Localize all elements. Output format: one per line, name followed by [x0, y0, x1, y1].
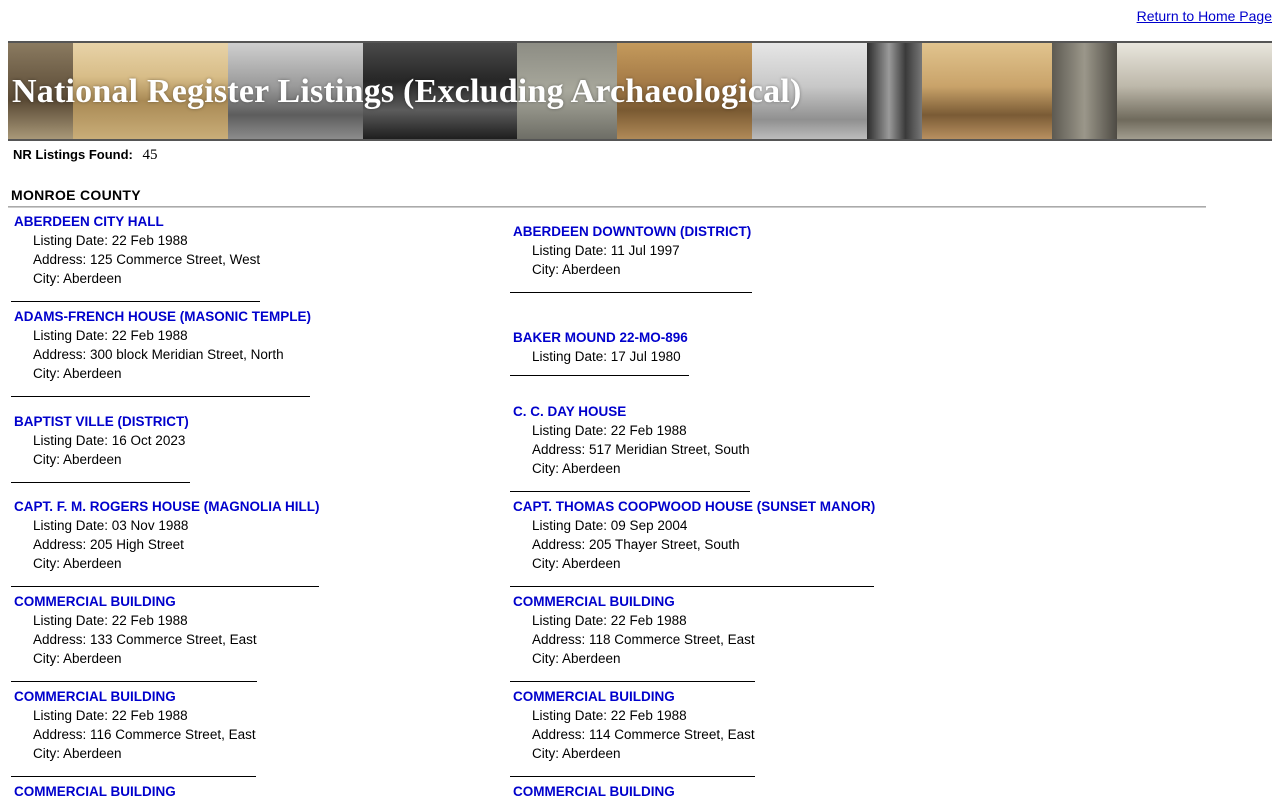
listing-entry: COMMERCIAL BUILDING Listing Date: 22 Feb… — [510, 592, 755, 682]
listing-city: City: Aberdeen — [33, 651, 122, 666]
listing-entry: ADAMS-FRENCH HOUSE (MASONIC TEMPLE) List… — [11, 307, 311, 397]
listing-entry: ABERDEEN CITY HALL Listing Date: 22 Feb … — [11, 212, 261, 302]
listing-divider — [510, 586, 874, 587]
return-home-link[interactable]: Return to Home Page — [1137, 8, 1272, 24]
listing-city: City: Aberdeen — [33, 746, 122, 761]
listing-entry: BAKER MOUND 22-MO-896 Listing Date: 17 J… — [510, 328, 689, 376]
listing-name-link[interactable]: ABERDEEN CITY HALL — [14, 212, 260, 231]
listing-name-link[interactable]: ADAMS-FRENCH HOUSE (MASONIC TEMPLE) — [14, 307, 311, 326]
listing-name-link[interactable]: CAPT. THOMAS COOPWOOD HOUSE (SUNSET MANO… — [513, 497, 875, 516]
banner-photo-portico — [1052, 43, 1118, 139]
banner-photo-ruins — [922, 43, 1053, 139]
listing-address: Address: 133 Commerce Street, East — [33, 632, 257, 647]
listing-divider — [510, 776, 755, 777]
listing-address: Address: 125 Commerce Street, West — [33, 252, 261, 267]
page-title: National Register Listings (Excluding Ar… — [12, 73, 802, 110]
listing-divider — [510, 292, 752, 293]
listing-divider — [11, 681, 257, 682]
listings-count: NR Listings Found: 45 — [13, 147, 158, 164]
listing-date: Listing Date: 11 Jul 1997 — [532, 243, 680, 258]
listings-count-value: 45 — [142, 147, 158, 163]
listing-name-link[interactable]: COMMERCIAL BUILDING — [513, 592, 755, 611]
listing-divider — [510, 491, 750, 492]
listing-date: Listing Date: 09 Sep 2004 — [532, 518, 688, 533]
listing-entry: CAPT. F. M. ROGERS HOUSE (MAGNOLIA HILL)… — [11, 497, 320, 587]
listing-date: Listing Date: 22 Feb 1988 — [33, 233, 188, 248]
listing-divider — [510, 681, 755, 682]
listing-entry: C. C. DAY HOUSE Listing Date: 22 Feb 198… — [510, 402, 750, 492]
listing-address: Address: 118 Commerce Street, East — [532, 632, 755, 647]
listings-count-label: NR Listings Found: — [13, 147, 133, 162]
listing-address: Address: 300 block Meridian Street, Nort… — [33, 347, 284, 362]
listing-divider — [11, 396, 310, 397]
listing-entry: CAPT. THOMAS COOPWOOD HOUSE (SUNSET MANO… — [510, 497, 875, 587]
listing-date: Listing Date: 22 Feb 1988 — [33, 328, 188, 343]
listing-entry: COMMERCIAL BUILDING Listing Date: 22 Feb… — [11, 687, 256, 777]
listing-divider — [11, 482, 190, 483]
listing-date: Listing Date: 22 Feb 1988 — [532, 423, 687, 438]
listing-name-link[interactable]: COMMERCIAL BUILDING — [14, 687, 256, 706]
listing-city: City: Aberdeen — [33, 556, 122, 571]
listing-date: Listing Date: 17 Jul 1980 — [532, 349, 681, 364]
listing-city: City: Aberdeen — [33, 452, 122, 467]
listing-name-link[interactable]: BAPTIST VILLE (DISTRICT) — [14, 412, 189, 431]
listing-divider — [11, 776, 256, 777]
listing-name-link[interactable]: C. C. DAY HOUSE — [513, 402, 750, 421]
listing-name-link[interactable]: BAKER MOUND 22-MO-896 — [513, 328, 688, 347]
listing-city: City: Aberdeen — [532, 746, 621, 761]
listing-divider — [11, 301, 260, 302]
listing-entry: COMMERCIAL BUILDING — [510, 782, 675, 801]
listing-name-link[interactable]: CAPT. F. M. ROGERS HOUSE (MAGNOLIA HILL) — [14, 497, 320, 516]
listing-name-link[interactable]: COMMERCIAL BUILDING — [513, 782, 675, 801]
listing-divider — [11, 586, 319, 587]
listing-name-link[interactable]: COMMERCIAL BUILDING — [14, 782, 176, 801]
listing-date: Listing Date: 22 Feb 1988 — [33, 708, 188, 723]
listing-name-link[interactable]: COMMERCIAL BUILDING — [14, 592, 257, 611]
banner-photo-courthouse-end — [1117, 43, 1272, 139]
listing-divider — [510, 375, 689, 376]
listing-date: Listing Date: 16 Oct 2023 — [33, 433, 186, 448]
listing-entry: COMMERCIAL BUILDING — [11, 782, 176, 801]
listing-entry: BAPTIST VILLE (DISTRICT) Listing Date: 1… — [11, 412, 190, 483]
listing-name-link[interactable]: COMMERCIAL BUILDING — [513, 687, 755, 706]
listing-date: Listing Date: 22 Feb 1988 — [33, 613, 188, 628]
listing-city: City: Aberdeen — [33, 366, 122, 381]
county-heading: MONROE COUNTY — [11, 187, 141, 203]
listing-name-link[interactable]: ABERDEEN DOWNTOWN (DISTRICT) — [513, 222, 751, 241]
listing-entry: ABERDEEN DOWNTOWN (DISTRICT) Listing Dat… — [510, 222, 752, 293]
listing-city: City: Aberdeen — [532, 461, 621, 476]
listing-city: City: Aberdeen — [33, 271, 122, 286]
listing-date: Listing Date: 22 Feb 1988 — [532, 613, 687, 628]
header-banner: National Register Listings (Excluding Ar… — [8, 41, 1272, 141]
listing-address: Address: 205 High Street — [33, 537, 184, 552]
listing-city: City: Aberdeen — [532, 262, 621, 277]
listing-address: Address: 114 Commerce Street, East — [532, 727, 755, 742]
listing-address: Address: 517 Meridian Street, South — [532, 442, 750, 457]
county-divider — [8, 206, 1206, 208]
listing-address: Address: 205 Thayer Street, South — [532, 537, 740, 552]
listing-address: Address: 116 Commerce Street, East — [33, 727, 256, 742]
listing-city: City: Aberdeen — [532, 651, 621, 666]
listing-city: City: Aberdeen — [532, 556, 621, 571]
listing-date: Listing Date: 22 Feb 1988 — [532, 708, 687, 723]
listing-entry: COMMERCIAL BUILDING Listing Date: 22 Feb… — [510, 687, 755, 777]
banner-photo-columns — [867, 43, 923, 139]
listing-entry: COMMERCIAL BUILDING Listing Date: 22 Feb… — [11, 592, 257, 682]
listing-date: Listing Date: 03 Nov 1988 — [33, 518, 189, 533]
